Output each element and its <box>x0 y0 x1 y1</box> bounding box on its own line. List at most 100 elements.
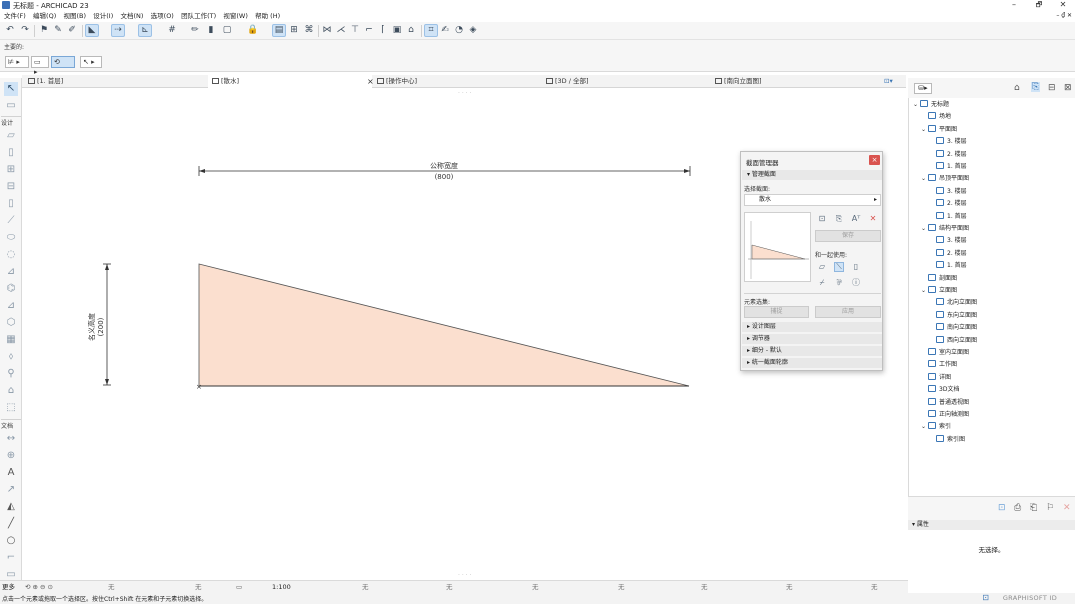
use-with-opening-icon[interactable]: ⅌ <box>834 278 844 288</box>
rotate-select-box[interactable]: ⟲ <box>51 56 75 68</box>
navigator-item[interactable]: ⌄ 结构平面图 <box>921 224 969 234</box>
polygon-icon[interactable]: ▣ <box>390 24 404 37</box>
guide-line-icon[interactable]: ⇢ <box>111 24 125 37</box>
design-layers-section[interactable]: ▸ 设计图层 <box>742 322 882 332</box>
id-icon[interactable]: ⊡ <box>982 593 989 602</box>
lamp-tool-icon[interactable]: ⌂ <box>4 384 18 398</box>
navigator-item[interactable]: ⌄ 立面图 <box>921 286 957 296</box>
manage-section-header[interactable]: ▾ 管理截面 <box>742 170 882 180</box>
brush-icon[interactable]: ✍ <box>438 24 452 37</box>
gravity-icon[interactable]: ◣ <box>85 24 99 37</box>
navigator-item[interactable]: ⌄ 索引 <box>921 422 951 432</box>
skylight-tool-icon[interactable]: ⬚ <box>4 401 18 415</box>
lens-icon[interactable]: ◔ <box>452 24 466 37</box>
expand-toggle-icon[interactable]: ⌄ <box>921 224 928 234</box>
navigator-item[interactable]: 场地 <box>921 112 951 122</box>
marquee-select-box[interactable]: ▭ ▸ <box>31 56 49 76</box>
info-icon[interactable]: ⓘ <box>851 278 861 288</box>
curtain-wall-tool-icon[interactable]: ▦ <box>4 333 18 347</box>
tab-section-sanshui[interactable]: [散水] <box>208 75 372 88</box>
stair-tool-icon[interactable]: ⊿ <box>4 265 18 279</box>
lock-icon[interactable]: 🔒 <box>246 24 260 37</box>
grid-snap-icon[interactable]: # <box>165 24 179 37</box>
modifiers-section[interactable]: ▸ 调节器 <box>742 334 882 344</box>
dialog-close-button[interactable]: × <box>869 155 880 165</box>
save-view-icon[interactable]: ⎗ <box>1030 503 1037 513</box>
menu-design[interactable]: 设计(I) <box>93 11 113 22</box>
navigator-item[interactable]: 室内立面图 <box>921 348 969 358</box>
unify-profile-section[interactable]: ▸ 统一截面轮廓 <box>742 358 882 368</box>
navigator-item[interactable]: 南向立面图 <box>929 323 977 333</box>
menu-help[interactable]: 帮助 (H) <box>255 11 280 22</box>
project-map-icon[interactable]: ⌂ <box>1014 83 1020 93</box>
maximize-button[interactable]: 🗗 <box>1028 0 1050 11</box>
offset-icon[interactable]: ⌈ <box>376 24 390 37</box>
expand-toggle-icon[interactable]: ⌄ <box>921 174 928 184</box>
delete-icon[interactable]: ✕ <box>1063 503 1071 513</box>
splitter-handle-bottom[interactable]: · · · · <box>458 572 471 579</box>
new-folder-icon[interactable]: ⊡ <box>998 503 1006 513</box>
ruler-icon[interactable]: ▮ <box>204 24 218 37</box>
navigator-item[interactable]: 3. 楼层 <box>929 236 967 246</box>
menu-view[interactable]: 视图(B) <box>63 11 86 22</box>
publisher-icon[interactable]: ⊠ <box>1064 83 1072 93</box>
window-tool-icon[interactable]: ⊞ <box>4 163 18 177</box>
navigator-item[interactable]: 3. 楼层 <box>929 137 967 147</box>
menu-document[interactable]: 文档(N) <box>120 11 143 22</box>
navigator-item[interactable]: 详图 <box>921 372 951 383</box>
intersect-icon[interactable]: ⊤ <box>348 24 362 37</box>
mesh-tool-icon[interactable]: ⊿ <box>4 299 18 313</box>
marquee-tool-icon[interactable]: ▭ <box>4 99 18 113</box>
navigator-item[interactable]: 普通透视图 <box>921 397 969 408</box>
layout-book-icon[interactable]: ⊟ <box>1048 83 1056 93</box>
navigator-item[interactable]: 2. 楼层 <box>929 149 967 160</box>
navigator-item[interactable]: 索引图 <box>929 434 965 445</box>
pencil-icon[interactable]: ✏ <box>188 24 202 37</box>
tab-south-elevation[interactable]: [南向立面图] <box>715 75 762 88</box>
navigator-item[interactable]: 工作图 <box>921 360 957 370</box>
use-with-column-icon[interactable]: ▯ <box>851 262 861 272</box>
navigator-item[interactable]: 1. 首层 <box>929 162 967 172</box>
pointer-select-box[interactable]: ↖ ▸ <box>80 56 102 68</box>
navigator-item[interactable]: 1. 首层 <box>929 261 967 271</box>
fill-tool-icon[interactable]: ◭ <box>4 500 18 514</box>
close-button[interactable]: ✕ <box>1052 0 1074 11</box>
menu-options[interactable]: 选项(O) <box>151 11 174 22</box>
minimize-button[interactable]: – <box>1003 0 1025 11</box>
navigator-mode-select[interactable]: ⛁▸ <box>914 83 932 94</box>
expand-toggle-icon[interactable]: ⌄ <box>921 286 928 296</box>
split-icon[interactable]: ⋈ <box>320 24 334 37</box>
properties-header[interactable]: ▾ 属性 <box>908 520 1075 530</box>
profile-select[interactable]: 散水 ▸ <box>744 194 881 206</box>
navigator-item[interactable]: 正向轴测图 <box>921 410 969 420</box>
wall-tool-icon[interactable]: ▱ <box>4 129 18 143</box>
object-tool-icon[interactable]: ⬨ <box>4 350 18 364</box>
splitter-handle[interactable]: · · · · <box>458 90 471 97</box>
navigator-item[interactable]: 1. 首层 <box>929 211 967 222</box>
adjust-icon[interactable]: ⋌ <box>334 24 348 37</box>
label-tool-icon[interactable]: ↗ <box>4 483 18 497</box>
graphisoft-id-label[interactable]: GRAPHISOFT ID <box>1003 594 1057 602</box>
settings-flag-icon[interactable]: ⚐ <box>1046 503 1054 513</box>
morph-tool-icon[interactable]: ⬡ <box>4 316 18 330</box>
rename-profile-icon[interactable]: Aᵀ <box>851 214 861 224</box>
tab-action-center[interactable]: [操作中心] <box>377 75 417 88</box>
polyline-tool-icon[interactable]: ⌐ <box>4 551 18 565</box>
use-with-beam-icon[interactable]: ⟍ <box>834 262 844 272</box>
layer-icon[interactable]: ▢ <box>220 24 234 37</box>
expand-toggle-icon[interactable]: ⌄ <box>913 100 920 110</box>
arrow-select-box[interactable]: ⊭ ▸ <box>5 56 29 68</box>
arrow-tool-icon[interactable]: ↖ <box>4 82 18 96</box>
level-dimension-tool-icon[interactable]: ⊕ <box>4 449 18 463</box>
circle-tool-icon[interactable]: ○ <box>4 534 18 548</box>
shell-tool-icon[interactable]: ◌ <box>4 248 18 262</box>
delete-profile-icon[interactable]: ✕ <box>868 214 878 224</box>
navigator-item[interactable]: 西向立面图 <box>929 335 977 346</box>
syringe-icon[interactable]: ✐ <box>65 24 79 37</box>
snap-icon[interactable]: ⊾ <box>138 24 152 37</box>
use-with-wall-icon[interactable]: ▱ <box>817 262 827 272</box>
slab-tool-icon[interactable]: ⟋ <box>4 214 18 228</box>
menu-edit[interactable]: 编辑(Q) <box>33 11 56 22</box>
save-button[interactable]: 保存 <box>815 230 881 242</box>
document-window-controls[interactable]: – ₫ ✕ <box>1056 12 1072 19</box>
